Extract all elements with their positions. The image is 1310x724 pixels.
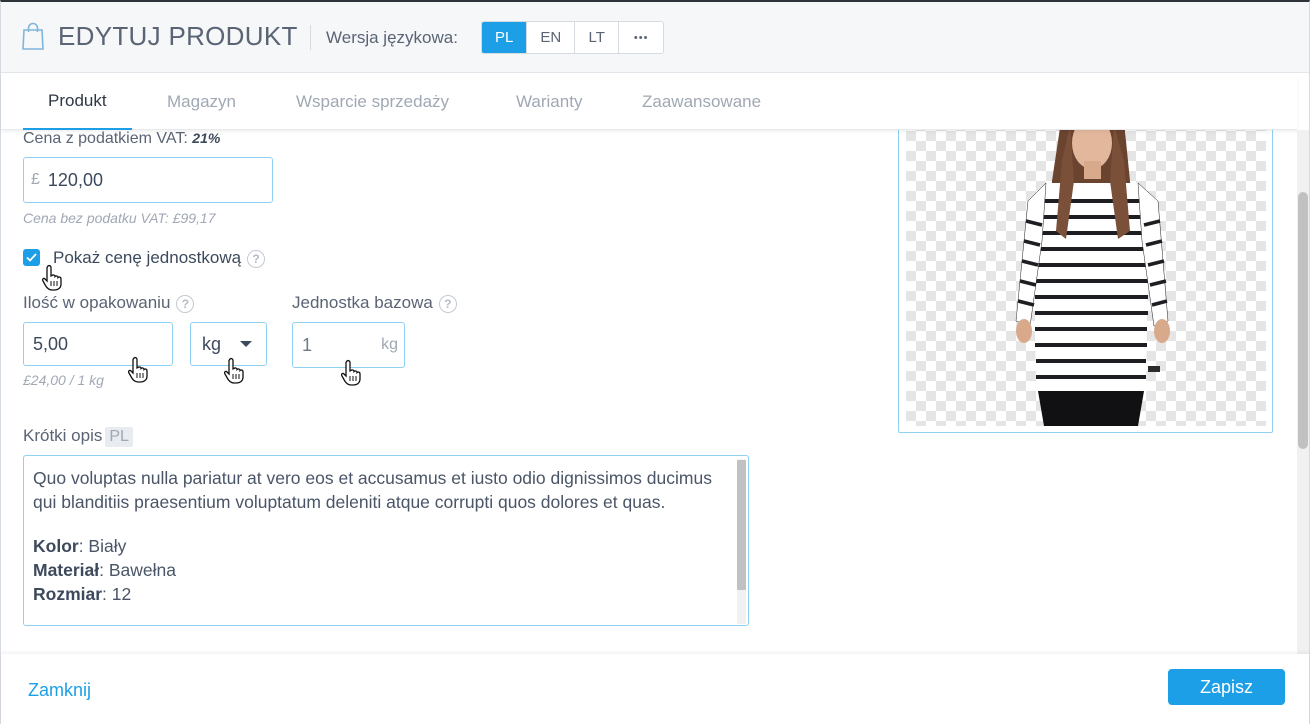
tab-produkt[interactable]: Produkt	[23, 74, 132, 130]
currency-symbol: £	[31, 171, 40, 188]
description-paragraph: Quo voluptas nulla pariatur at vero eos …	[33, 468, 712, 512]
caret-down-icon	[240, 341, 252, 347]
vat-rate: 21%	[192, 130, 221, 146]
attribute-row: Kolor: Biały	[33, 534, 733, 558]
help-icon[interactable]: ?	[438, 294, 457, 313]
page-title: EDYTUJ PRODUKT	[58, 21, 298, 51]
base-unit-input[interactable]: 1 kg	[292, 322, 405, 368]
transparency-background	[906, 130, 1266, 426]
short-description-label: Krótki opis PL	[23, 426, 133, 447]
language-button-pl[interactable]: PL	[482, 22, 528, 53]
show-unit-price-label: Pokaż cenę jednostkową?	[53, 248, 266, 268]
tab-zaawansowane[interactable]: Zaawansowane	[642, 74, 761, 129]
base-unit-label: Jednostka bazowa?	[292, 293, 457, 313]
tab-wsparcie-sprzedazy[interactable]: Wsparcie sprzedaży	[296, 74, 449, 129]
show-unit-price-text: Pokaż cenę jednostkową	[53, 248, 242, 267]
attribute-value: : Bawełna	[99, 560, 176, 580]
quantity-label-text: Ilość w opakowaniu	[23, 293, 171, 312]
base-unit-value: 1	[302, 334, 313, 355]
quantity-label: Ilość w opakowaniu?	[23, 293, 195, 313]
price-with-vat-label: Cena z podatkiem VAT: 21%	[23, 130, 220, 148]
short-description-label-text: Krótki opis	[23, 426, 103, 445]
short-description-textarea[interactable]: Quo voluptas nulla pariatur at vero eos …	[23, 455, 749, 626]
attribute-value: : 12	[102, 584, 132, 604]
attribute-key: Kolor	[33, 536, 79, 556]
product-photo	[1015, 130, 1170, 426]
dialog-footer: Zamknij Zapisz	[1, 654, 1309, 724]
edit-product-dialog: EDYTUJ PRODUKT Wersja językowa: PL EN LT…	[0, 0, 1310, 724]
net-price-hint: Cena bez podatku VAT: £99,17	[23, 210, 216, 226]
page-scrollbar-thumb[interactable]	[1298, 192, 1308, 449]
price-input[interactable]: £ 120,00	[23, 157, 273, 203]
short-description-content: Quo voluptas nulla pariatur at vero eos …	[33, 466, 733, 606]
textarea-scrollbar-thumb[interactable]	[737, 460, 746, 590]
product-form: Cena z podatkiem VAT: 21% £ 120,00 Cena …	[1, 130, 1297, 654]
base-unit-suffix: kg	[381, 336, 398, 353]
unit-select-value: kg	[202, 333, 222, 354]
per-unit-price-hint: £24,00 / 1 kg	[23, 372, 104, 388]
tab-magazyn[interactable]: Magazyn	[167, 74, 236, 129]
attribute-row: Materiał: Bawełna	[33, 558, 733, 582]
dialog-header: EDYTUJ PRODUKT Wersja językowa: PL EN LT…	[1, 2, 1309, 73]
more-languages-button[interactable]: •••	[619, 22, 664, 53]
show-unit-price-checkbox[interactable]	[23, 249, 40, 266]
quantity-value: 5,00	[33, 333, 69, 354]
close-link[interactable]: Zamknij	[28, 680, 91, 701]
help-icon[interactable]: ?	[176, 294, 195, 313]
attribute-key: Materiał	[33, 560, 100, 580]
price-value: 120,00	[47, 169, 103, 190]
shopping-bag-icon	[22, 22, 44, 50]
help-icon[interactable]: ?	[247, 249, 266, 268]
save-button[interactable]: Zapisz	[1168, 669, 1285, 705]
language-tag: PL	[105, 427, 133, 447]
attribute-key: Rozmiar	[33, 584, 103, 604]
quantity-input[interactable]: 5,00	[23, 322, 173, 366]
tab-warianty[interactable]: Warianty	[516, 74, 582, 129]
attribute-row: Rozmiar: 12	[33, 582, 733, 606]
tab-bar: Produkt Magazyn Wsparcie sprzedaży Waria…	[1, 74, 1297, 130]
language-label: Wersja językowa:	[326, 28, 458, 47]
checkmark-icon	[26, 253, 37, 262]
language-button-lt[interactable]: LT	[575, 22, 620, 53]
unit-select[interactable]: kg	[190, 322, 267, 366]
language-button-en[interactable]: EN	[527, 22, 576, 53]
vat-label-text: Cena z podatkiem VAT:	[23, 130, 188, 147]
base-unit-label-text: Jednostka bazowa	[292, 293, 433, 312]
product-image-frame[interactable]	[898, 130, 1273, 433]
header-divider	[310, 25, 311, 50]
attribute-value: : Biały	[78, 536, 127, 556]
language-switcher: PL EN LT •••	[481, 21, 665, 54]
